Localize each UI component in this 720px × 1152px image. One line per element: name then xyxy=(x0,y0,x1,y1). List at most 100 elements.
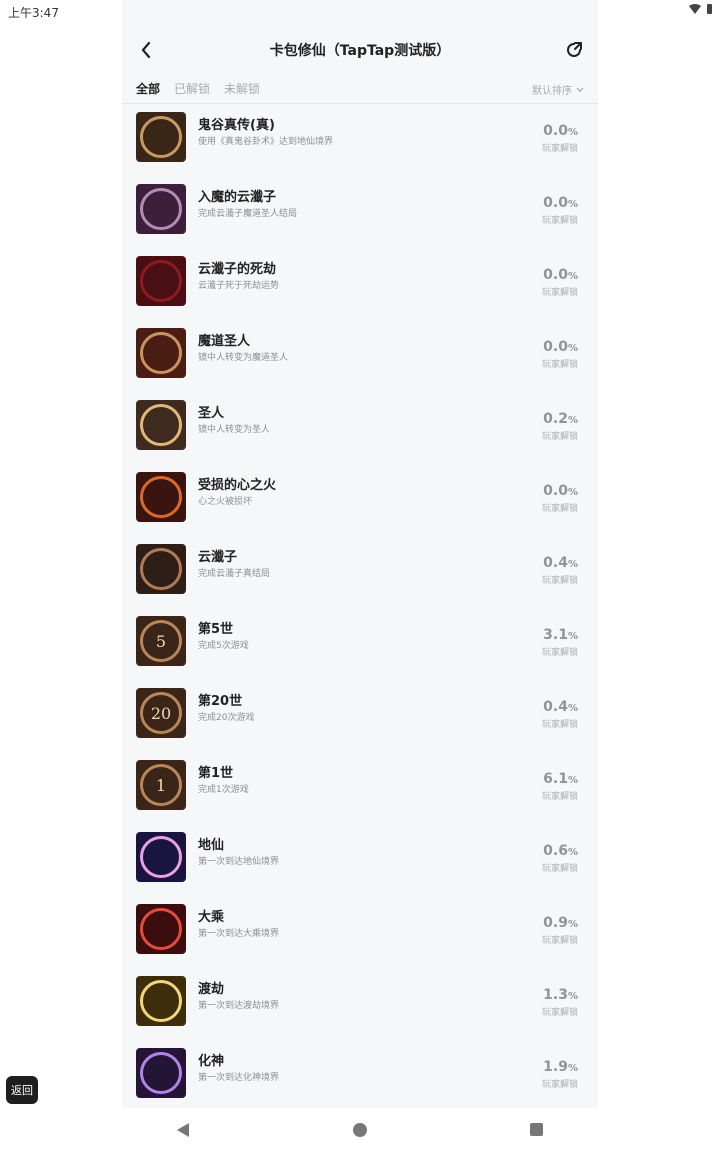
percent-value: 0.4 xyxy=(543,699,568,715)
unlock-stat: 0.2% 玩家解锁 xyxy=(542,408,578,442)
badge-disc: 5 xyxy=(140,620,182,662)
percent-value: 0.0 xyxy=(543,195,568,211)
achievement-desc: 完成20次游戏 xyxy=(198,713,255,723)
percent-value: 1.3 xyxy=(543,987,568,1003)
unlock-label: 玩家解锁 xyxy=(541,216,578,226)
nav-home-icon[interactable] xyxy=(353,1123,367,1137)
achievement-badge-icon: 20 xyxy=(136,688,186,738)
status-time: 上午3:47 xyxy=(8,6,59,20)
percent-unit: % xyxy=(567,559,578,570)
unlock-label: 玩家解锁 xyxy=(541,504,578,514)
percent-value: 1.9 xyxy=(543,1059,568,1075)
achievement-text: 渡劫 第一次到达渡劫境界 xyxy=(198,982,488,1012)
achievement-badge-icon: 1 xyxy=(136,760,186,810)
achievement-list: 鬼谷真传(真) 使用《真鬼谷卦术》达到地仙境界 0.0% 玩家解锁 入魔的云瀸子… xyxy=(122,104,598,1108)
unlock-label: 玩家解锁 xyxy=(541,432,578,442)
achievement-desc: 使用《真鬼谷卦术》达到地仙境界 xyxy=(198,137,334,147)
achievement-text: 入魔的云瀸子 完成云瀸子魔道圣人结局 xyxy=(198,190,488,220)
achievement-row[interactable]: 1 第1世 完成1次游戏 6.1% 玩家解锁 xyxy=(122,752,598,824)
achievement-badge-icon xyxy=(136,328,186,378)
filter-tabs: 全部 已解锁 未解锁 xyxy=(136,80,260,97)
achievement-desc: 完成云瀸子魔道圣人结局 xyxy=(198,209,298,219)
percent-value: 0.0 xyxy=(543,267,568,283)
percent-unit: % xyxy=(567,415,578,426)
tab-unlocked[interactable]: 已解锁 xyxy=(174,80,210,97)
achievement-desc: 完成1次游戏 xyxy=(198,785,249,795)
achievement-row[interactable]: 化神 第一次到达化神境界 1.9% 玩家解锁 xyxy=(122,1040,598,1108)
achievement-text: 受损的心之火 心之火被损坏 xyxy=(198,478,488,508)
achievement-row[interactable]: 受损的心之火 心之火被损坏 0.0% 玩家解锁 xyxy=(122,464,598,536)
achievement-badge-icon: 5 xyxy=(136,616,186,666)
percent-value: 3.1 xyxy=(543,627,568,643)
achievement-row[interactable]: 云瀸子的死劫 云瀸子死于死劫运势 0.0% 玩家解锁 xyxy=(122,248,598,320)
achievement-desc: 第一次到达地仙境界 xyxy=(198,857,280,867)
share-button[interactable] xyxy=(562,38,586,62)
percent-unit: % xyxy=(567,847,578,858)
achievement-name: 渡劫 xyxy=(198,982,225,997)
unlock-percent: 0.9% xyxy=(542,912,578,931)
achievement-desc: 完成5次游戏 xyxy=(198,641,249,651)
unlock-label: 玩家解锁 xyxy=(541,864,578,874)
unlock-label: 玩家解锁 xyxy=(541,648,578,658)
badge-disc xyxy=(140,836,182,878)
nav-back-icon[interactable] xyxy=(176,1122,190,1138)
achievement-text: 第1世 完成1次游戏 xyxy=(198,766,488,796)
unlock-stat: 6.1% 玩家解锁 xyxy=(542,768,578,802)
badge-disc xyxy=(140,332,182,374)
unlock-stat: 3.1% 玩家解锁 xyxy=(542,624,578,658)
achievement-name: 地仙 xyxy=(198,838,225,853)
achievement-row[interactable]: 20 第20世 完成20次游戏 0.4% 玩家解锁 xyxy=(122,680,598,752)
achievement-row[interactable]: 入魔的云瀸子 完成云瀸子魔道圣人结局 0.0% 玩家解锁 xyxy=(122,176,598,248)
unlock-stat: 0.4% 玩家解锁 xyxy=(542,552,578,586)
achievement-row[interactable]: 圣人 镜中人转变为圣人 0.2% 玩家解锁 xyxy=(122,392,598,464)
unlock-stat: 0.6% 玩家解锁 xyxy=(542,840,578,874)
percent-unit: % xyxy=(567,271,578,282)
achievement-desc: 镜中人转变为魔道圣人 xyxy=(198,353,289,363)
filter-bar: 全部 已解锁 未解锁 默认排序 xyxy=(122,76,598,104)
badge-disc xyxy=(140,1052,182,1094)
tab-all[interactable]: 全部 xyxy=(136,80,160,97)
percent-value: 0.0 xyxy=(543,483,568,499)
achievement-row[interactable]: 魔道圣人 镜中人转变为魔道圣人 0.0% 玩家解锁 xyxy=(122,320,598,392)
percent-unit: % xyxy=(567,775,578,786)
unlock-stat: 0.0% 玩家解锁 xyxy=(542,336,578,370)
unlock-stat: 1.3% 玩家解锁 xyxy=(542,984,578,1018)
achievement-badge-icon xyxy=(136,904,186,954)
achievement-badge-icon xyxy=(136,544,186,594)
percent-unit: % xyxy=(567,631,578,642)
achievement-name: 云瀸子 xyxy=(198,550,238,565)
achievement-text: 圣人 镜中人转变为圣人 xyxy=(198,406,488,436)
unlock-stat: 0.0% 玩家解锁 xyxy=(542,480,578,514)
unlock-stat: 1.9% 玩家解锁 xyxy=(542,1056,578,1090)
achievement-row[interactable]: 鬼谷真传(真) 使用《真鬼谷卦术》达到地仙境界 0.0% 玩家解锁 xyxy=(122,104,598,176)
nav-recents-icon[interactable] xyxy=(530,1123,543,1136)
achievement-badge-icon xyxy=(136,472,186,522)
achievement-desc: 完成云瀸子真结局 xyxy=(198,569,271,579)
achievement-row[interactable]: 渡劫 第一次到达渡劫境界 1.3% 玩家解锁 xyxy=(122,968,598,1040)
achievement-badge-icon xyxy=(136,112,186,162)
page-title: 卡包修仙（TapTap测试版） xyxy=(269,43,451,59)
percent-value: 6.1 xyxy=(543,771,568,787)
unlock-percent: 0.2% xyxy=(542,408,578,427)
achievement-name: 第20世 xyxy=(198,694,243,709)
percent-value: 0.2 xyxy=(543,411,568,427)
achievement-row[interactable]: 5 第5世 完成5次游戏 3.1% 玩家解锁 xyxy=(122,608,598,680)
achievement-row[interactable]: 地仙 第一次到达地仙境界 0.6% 玩家解锁 xyxy=(122,824,598,896)
percent-unit: % xyxy=(567,1063,578,1074)
unlock-label: 玩家解锁 xyxy=(541,1008,578,1018)
unlock-stat: 0.0% 玩家解锁 xyxy=(542,264,578,298)
achievement-row[interactable]: 云瀸子 完成云瀸子真结局 0.4% 玩家解锁 xyxy=(122,536,598,608)
return-button[interactable]: 返回 xyxy=(6,1076,38,1104)
badge-disc xyxy=(140,476,182,518)
achievement-row[interactable]: 大乘 第一次到达大乘境界 0.9% 玩家解锁 xyxy=(122,896,598,968)
tab-locked[interactable]: 未解锁 xyxy=(224,80,260,97)
badge-disc xyxy=(140,548,182,590)
sort-dropdown[interactable]: 默认排序 xyxy=(532,82,584,97)
achievement-desc: 心之火被损坏 xyxy=(198,497,253,507)
achievement-name: 鬼谷真传(真) xyxy=(198,118,275,133)
achievement-name: 受损的心之火 xyxy=(198,478,277,493)
badge-disc: 20 xyxy=(140,692,182,734)
achievement-name: 第5世 xyxy=(198,622,234,637)
badge-disc xyxy=(140,980,182,1022)
achievement-text: 地仙 第一次到达地仙境界 xyxy=(198,838,488,868)
